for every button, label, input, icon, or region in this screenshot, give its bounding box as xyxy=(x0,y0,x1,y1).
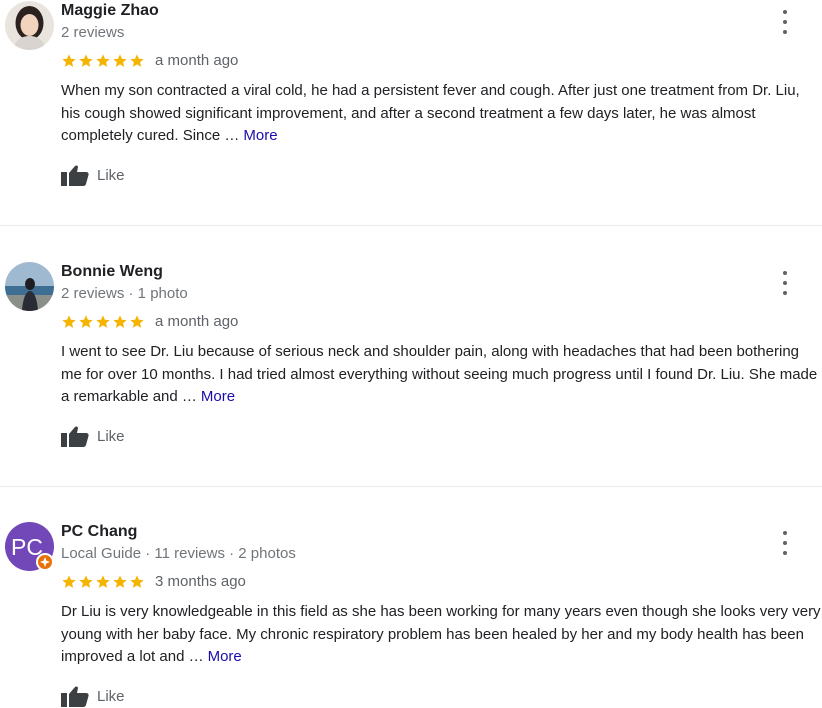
more-link[interactable]: More xyxy=(201,388,235,405)
like-button[interactable]: Like xyxy=(61,685,125,707)
thumbs-up-icon xyxy=(61,426,89,447)
divider xyxy=(0,486,822,487)
review-time: 3 months ago xyxy=(155,573,246,590)
reviews-list: Maggie Zhao 2 reviews a month ago When m… xyxy=(0,0,822,708)
svg-text:PC: PC xyxy=(11,534,43,560)
more-options-icon[interactable] xyxy=(776,531,794,555)
more-link[interactable]: More xyxy=(243,127,277,144)
star-rating xyxy=(61,314,145,330)
reviewer-meta: 2 reviews xyxy=(61,24,125,41)
star-rating xyxy=(61,574,145,590)
rating-row: a month ago xyxy=(61,312,238,332)
star-icon xyxy=(130,54,144,67)
star-icon xyxy=(130,315,144,328)
star-icon xyxy=(62,54,76,67)
star-icon xyxy=(96,54,110,67)
star-icon xyxy=(113,575,127,588)
like-label: Like xyxy=(97,166,125,184)
review-text-block: When my son contracted a viral cold, he … xyxy=(61,80,821,148)
review-card: Maggie Zhao 2 reviews a month ago When m… xyxy=(0,0,822,260)
star-icon xyxy=(113,54,127,67)
more-options-icon[interactable] xyxy=(776,10,794,34)
reviewer-name[interactable]: Maggie Zhao xyxy=(61,1,159,21)
star-icon xyxy=(113,315,127,328)
star-icon xyxy=(62,315,76,328)
star-icon xyxy=(96,575,110,588)
review-text-block: I went to see Dr. Liu because of serious… xyxy=(61,341,821,409)
review-time: a month ago xyxy=(155,52,239,69)
rating-row: 3 months ago xyxy=(61,572,246,592)
star-rating xyxy=(61,53,145,69)
more-link[interactable]: More xyxy=(208,648,242,665)
avatar-bonnie-weng[interactable] xyxy=(5,262,54,311)
review-card: Bonnie Weng 2 reviews · 1 photo a month … xyxy=(0,261,822,521)
like-label: Like xyxy=(97,427,125,445)
reviewer-meta: 2 reviews · 1 photo xyxy=(61,285,188,302)
reviewer-name[interactable]: PC Chang xyxy=(61,522,137,542)
star-icon xyxy=(79,54,93,67)
like-label: Like xyxy=(97,687,125,705)
avatar-maggie-zhao[interactable] xyxy=(5,1,54,50)
review-card: PC PC Chang Local Guide · 11 reviews · 2… xyxy=(0,521,822,708)
review-text: When my son contracted a viral cold, he … xyxy=(61,82,800,144)
review-time: a month ago xyxy=(155,313,239,330)
star-icon xyxy=(96,315,110,328)
star-icon xyxy=(79,315,93,328)
thumbs-up-icon xyxy=(61,686,89,707)
avatar-pc-chang[interactable]: PC xyxy=(5,522,54,571)
divider xyxy=(0,225,822,226)
star-icon xyxy=(130,575,144,588)
like-button[interactable]: Like xyxy=(61,164,125,186)
star-icon xyxy=(62,575,76,588)
reviewer-meta: Local Guide · 11 reviews · 2 photos xyxy=(61,545,296,562)
more-options-icon[interactable] xyxy=(776,271,794,295)
rating-row: a month ago xyxy=(61,51,238,71)
reviewer-name[interactable]: Bonnie Weng xyxy=(61,262,163,282)
review-text: I went to see Dr. Liu because of serious… xyxy=(61,343,818,405)
like-button[interactable]: Like xyxy=(61,425,125,447)
thumbs-up-icon xyxy=(61,165,89,186)
star-icon xyxy=(79,575,93,588)
review-text: Dr Liu is very knowledgeable in this fie… xyxy=(61,603,821,665)
review-text-block: Dr Liu is very knowledgeable in this fie… xyxy=(61,601,821,669)
